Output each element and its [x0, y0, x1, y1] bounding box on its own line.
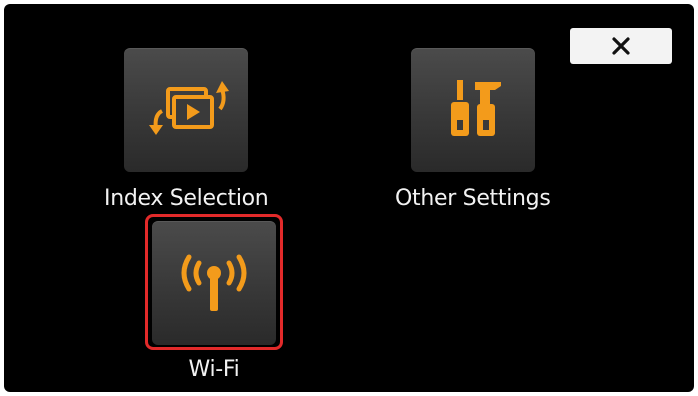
menu-item-label: Index Selection — [104, 186, 269, 211]
menu-item-label: Wi-Fi — [188, 357, 240, 382]
menu-item-other-settings[interactable]: Other Settings — [395, 48, 551, 211]
menu-item-wifi[interactable]: Wi-Fi — [145, 214, 283, 382]
index-selection-icon — [149, 81, 230, 135]
wifi-tile[interactable] — [152, 221, 276, 345]
close-icon — [612, 37, 630, 55]
menu-item-label: Other Settings — [395, 186, 551, 211]
close-button[interactable] — [570, 28, 672, 64]
tools-icon — [450, 80, 501, 136]
camera-menu-screen: Index Selection Other Settings Wi-Fi — [4, 4, 694, 392]
index-selection-tile[interactable] — [124, 48, 249, 172]
menu-item-index-selection[interactable]: Index Selection — [104, 48, 269, 211]
wifi-antenna-icon — [181, 254, 247, 311]
other-settings-tile[interactable] — [410, 48, 535, 172]
